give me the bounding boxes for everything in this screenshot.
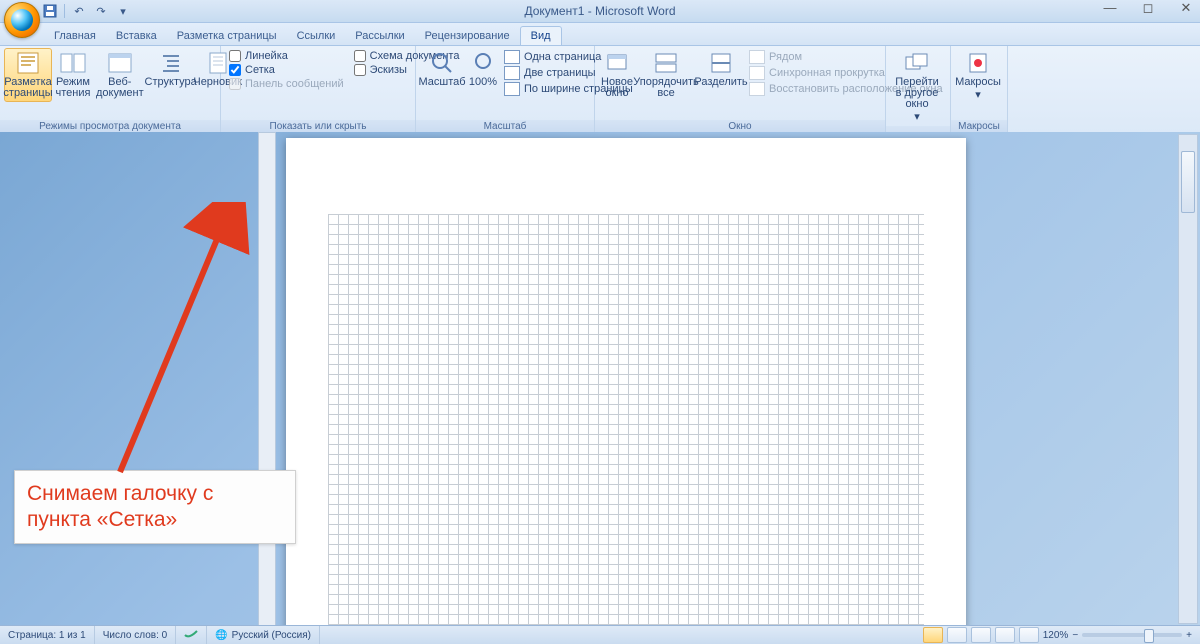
- tab-mailings[interactable]: Рассылки: [345, 27, 414, 45]
- tab-review[interactable]: Рецензирование: [415, 27, 520, 45]
- group-zoom: Масштаб 100% Одна страница Две страницы …: [416, 46, 595, 134]
- macros-button[interactable]: Макросы ▾: [955, 48, 1001, 104]
- zoom-button[interactable]: Масштаб: [420, 48, 464, 91]
- close-button[interactable]: ✕: [1176, 0, 1196, 16]
- switch-windows-label: Перейти в другое окно: [892, 77, 942, 110]
- annotation-arrow: [90, 202, 270, 482]
- group-switch-windows: Перейти в другое окно ▾: [886, 46, 951, 134]
- zoom-in-button[interactable]: +: [1186, 630, 1192, 641]
- split-label: Разделить: [694, 77, 747, 88]
- vertical-ruler[interactable]: [258, 132, 276, 626]
- save-icon[interactable]: [42, 3, 58, 19]
- vertical-scrollbar[interactable]: [1178, 134, 1198, 624]
- gridlines: [328, 214, 924, 626]
- scrollbar-thumb[interactable]: [1181, 151, 1195, 213]
- status-word-count[interactable]: Число слов: 0: [95, 626, 176, 644]
- ribbon-tabs: Главная Вставка Разметка страницы Ссылки…: [0, 23, 1200, 46]
- document-page[interactable]: [286, 138, 966, 626]
- tab-insert[interactable]: Вставка: [106, 27, 167, 45]
- redo-icon[interactable]: ↷: [93, 3, 109, 19]
- outline-button[interactable]: Структура: [148, 48, 194, 91]
- tab-home[interactable]: Главная: [44, 27, 106, 45]
- reading-layout-label: Режим чтения: [56, 77, 91, 99]
- zoom-out-button[interactable]: −: [1072, 630, 1078, 641]
- status-bar: Страница: 1 из 1 Число слов: 0 🌐Русский …: [0, 625, 1200, 644]
- web-layout-label: Веб-документ: [96, 77, 144, 99]
- new-window-button[interactable]: Новое окно: [599, 48, 635, 102]
- title-bar: ↶ ↷ ▾ Документ1 - Microsoft Word — ◻ ✕: [0, 0, 1200, 23]
- reading-layout-button[interactable]: Режим чтения: [54, 48, 92, 102]
- language-icon: 🌐: [215, 630, 227, 641]
- web-layout-button[interactable]: Веб-документ: [94, 48, 146, 102]
- split-button[interactable]: Разделить: [697, 48, 745, 91]
- window-title: Документ1 - Microsoft Word: [0, 4, 1200, 18]
- print-layout-button[interactable]: Разметка страницы: [4, 48, 52, 102]
- group-show-hide: Линейка Сетка Панель сообщений Схема док…: [221, 46, 416, 134]
- message-bar-checkbox: Панель сообщений: [229, 78, 344, 90]
- tab-page-layout[interactable]: Разметка страницы: [167, 27, 287, 45]
- proofing-icon: [184, 629, 198, 641]
- arrange-all-label: Упорядочить все: [633, 77, 698, 99]
- print-layout-label: Разметка страницы: [3, 77, 52, 99]
- group-macros: Макросы ▾ Макросы: [951, 46, 1008, 134]
- arrange-all-button[interactable]: Упорядочить все: [637, 48, 695, 102]
- office-button[interactable]: [4, 2, 40, 38]
- switch-windows-button[interactable]: Перейти в другое окно ▾: [890, 48, 944, 126]
- undo-icon[interactable]: ↶: [71, 3, 87, 19]
- tab-references[interactable]: Ссылки: [287, 27, 346, 45]
- new-window-label: Новое окно: [601, 77, 633, 99]
- minimize-button[interactable]: —: [1100, 0, 1120, 16]
- tab-view[interactable]: Вид: [520, 26, 562, 45]
- view-outline-icon[interactable]: [995, 627, 1015, 643]
- view-draft-icon[interactable]: [1019, 627, 1039, 643]
- maximize-button[interactable]: ◻: [1138, 0, 1158, 16]
- view-print-layout-icon[interactable]: [923, 627, 943, 643]
- status-language[interactable]: 🌐Русский (Россия): [207, 626, 320, 644]
- group-window: Новое окно Упорядочить все Разделить Ряд…: [595, 46, 886, 134]
- zoom-label: Масштаб: [418, 77, 465, 88]
- zoom-slider[interactable]: [1082, 633, 1182, 637]
- ruler-checkbox[interactable]: Линейка: [229, 50, 344, 62]
- group-document-views: Разметка страницы Режим чтения Веб-докум…: [0, 46, 221, 134]
- document-area: Снимаем галочку с пункта «Сетка»: [0, 132, 1200, 626]
- annotation-callout: Снимаем галочку с пункта «Сетка»: [14, 470, 296, 544]
- status-page[interactable]: Страница: 1 из 1: [0, 626, 95, 644]
- status-zoom-value[interactable]: 120%: [1043, 630, 1069, 641]
- gridlines-checkbox[interactable]: Сетка: [229, 64, 344, 76]
- zoom-slider-knob[interactable]: [1144, 629, 1154, 643]
- outline-label: Структура: [145, 77, 197, 88]
- qat-dropdown-icon[interactable]: ▾: [115, 3, 131, 19]
- ribbon: Разметка страницы Режим чтения Веб-докум…: [0, 46, 1200, 135]
- view-web-icon[interactable]: [971, 627, 991, 643]
- zoom-100-label: 100%: [469, 77, 497, 88]
- zoom-100-button[interactable]: 100%: [466, 48, 500, 91]
- quick-access-toolbar: ↶ ↷ ▾: [42, 3, 131, 19]
- view-reading-icon[interactable]: [947, 627, 967, 643]
- status-proofing[interactable]: [176, 626, 207, 644]
- macros-label: Макросы: [955, 77, 1001, 88]
